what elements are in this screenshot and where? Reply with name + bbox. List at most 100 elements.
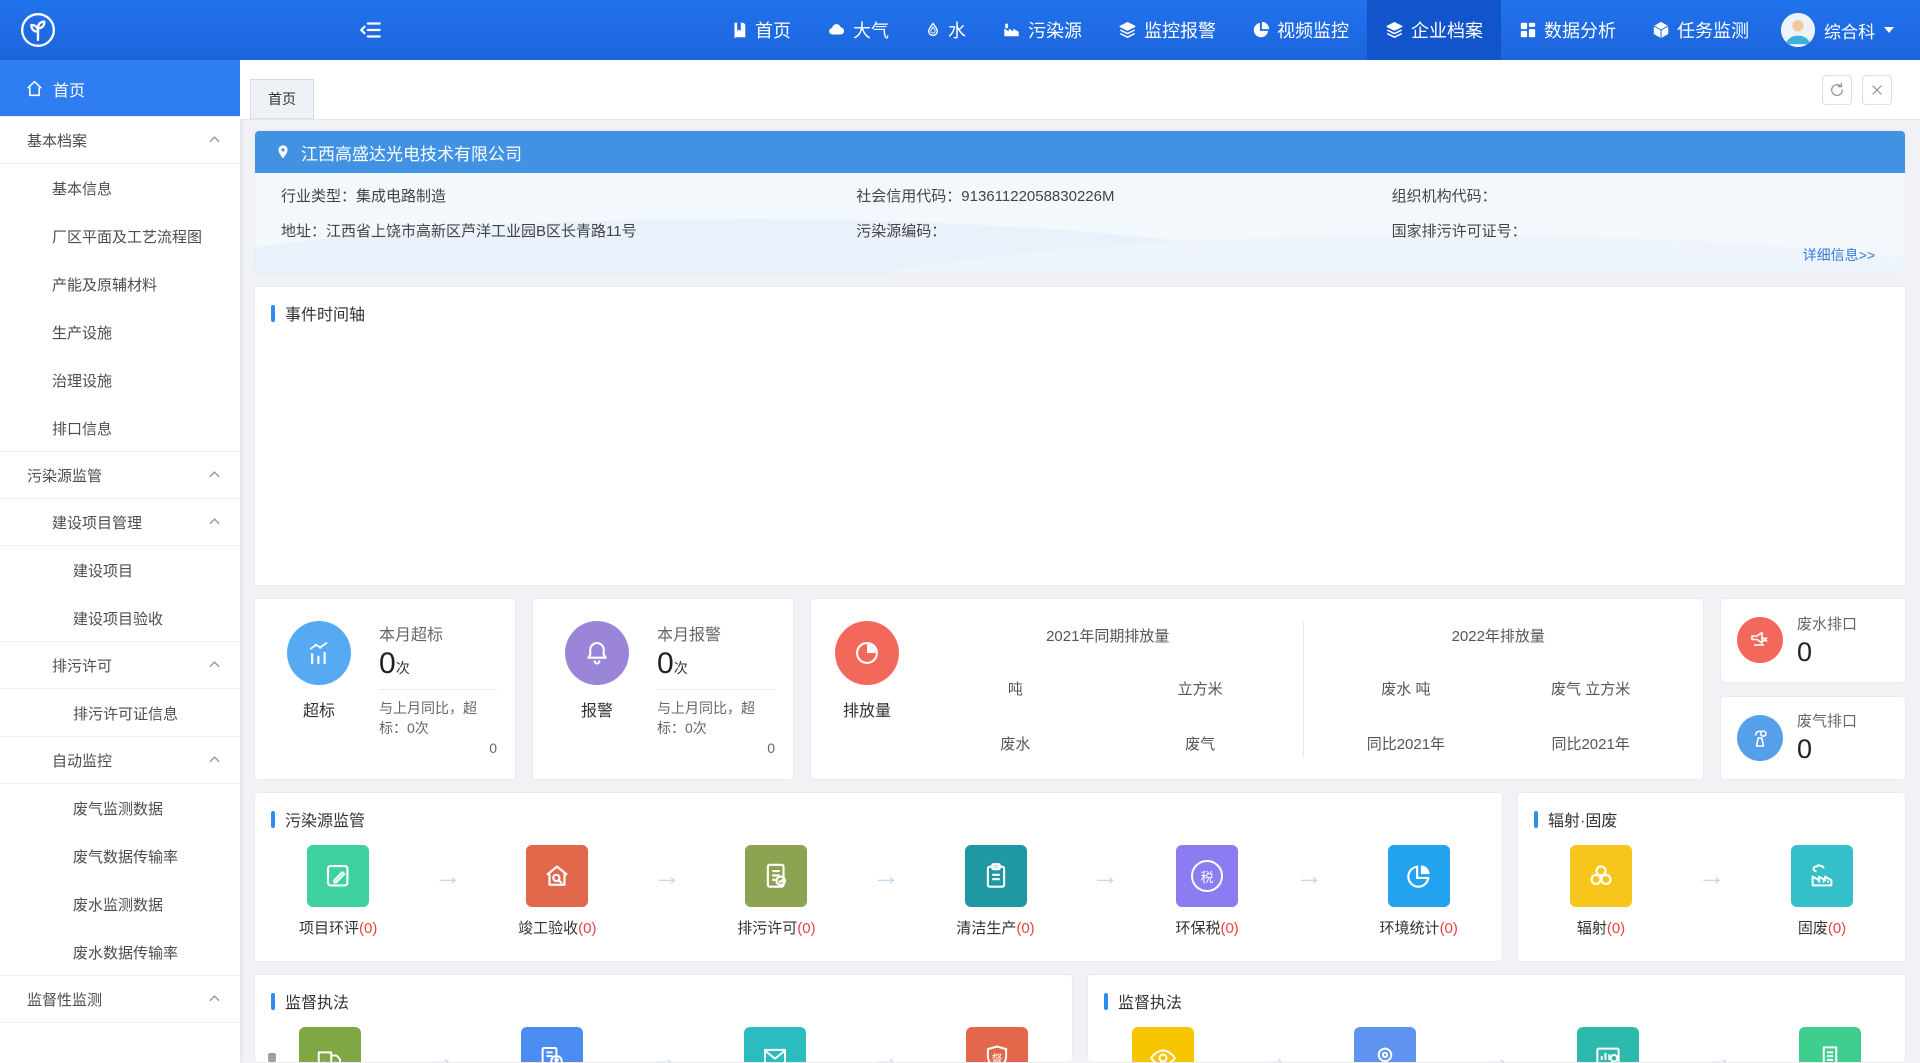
flow-item-inspection-eye[interactable]	[1132, 1027, 1194, 1063]
nav-item-data-analysis[interactable]: 数据分析	[1501, 0, 1634, 60]
gas-outlet-card: 废气排口 0	[1720, 696, 1906, 781]
sidebar-item-construction-acceptance[interactable]: 建设项目验收	[0, 594, 240, 642]
archive-layers-icon	[1385, 21, 1404, 39]
flow-item-environment-statistics[interactable]: 环境统计(0)	[1380, 845, 1458, 938]
field-address: 地址：江西省上饶市高新区芦洋工业园B区长青路11号	[281, 220, 856, 241]
radiation-waste-panel: 辐射·固废 辐射(0) → 固废	[1517, 792, 1906, 962]
layers-icon	[1118, 21, 1137, 39]
sidebar-item-construction-project-mgmt[interactable]: 建设项目管理	[0, 498, 240, 546]
arrow-right-icon: →	[1091, 845, 1119, 907]
water-drop-icon	[925, 21, 941, 39]
nav-item-video-monitor[interactable]: 视频监控	[1234, 0, 1367, 60]
flow-item-supervision-shield[interactable]: 督	[966, 1027, 1028, 1063]
sidebar-item-basic-archive[interactable]: 基本档案	[0, 116, 240, 164]
exceed-card: 超标 本月超标 0次 与上月同比，超标：0次 0	[254, 598, 516, 780]
wastewater-outlet-title: 废水排口	[1797, 613, 1857, 634]
alarm-compare: 与上月同比，超标：0次	[657, 698, 775, 738]
sidebar-item-capacity-materials[interactable]: 产能及原辅材料	[0, 260, 240, 308]
sidebar-item-water-monitoring-data[interactable]: 废水监测数据	[0, 880, 240, 928]
pie-icon	[1252, 21, 1270, 39]
sidebar-item-home[interactable]: 首页	[0, 60, 240, 117]
sidebar-item-auto-monitoring[interactable]: 自动监控	[0, 736, 240, 784]
flow-item-discharge-permit[interactable]: 排污许可(0)	[737, 845, 815, 938]
flow-item-solid-waste[interactable]: 固废(0)	[1791, 845, 1853, 938]
exceed-compare-value: 0	[379, 740, 497, 756]
pollution-supervision-panel: 污染源监管 项目环评(0) →	[254, 792, 1503, 962]
refresh-button[interactable]	[1822, 75, 1852, 105]
sidebar-item-water-transfer-rate[interactable]: 废水数据传输率	[0, 928, 240, 976]
waste-factory-icon	[1807, 861, 1837, 891]
enforcement-panel-right: 监督执法 → →	[1087, 974, 1906, 1063]
flow-item-clean-production[interactable]: 清洁生产(0)	[956, 845, 1034, 938]
flow-item-project-eia[interactable]: 项目环评(0)	[299, 845, 377, 938]
enforcement-right-title: 监督执法	[1118, 989, 1182, 1013]
nav-item-pollution-source[interactable]: 污染源	[984, 0, 1100, 60]
nav-item-enterprise-archive[interactable]: 企业档案	[1367, 0, 1501, 60]
timeline-title: 事件时间轴	[285, 301, 365, 325]
nav-item-alarm-monitor[interactable]: 监控报警	[1100, 0, 1234, 60]
flow-item-tax-document[interactable]	[521, 1027, 583, 1063]
alarm-card: 报警 本月报警 0次 与上月同比，超标：0次 0	[532, 598, 794, 780]
alarm-value: 0次	[657, 647, 775, 681]
grid-icon	[1519, 21, 1537, 39]
chevron-up-icon	[209, 470, 220, 478]
nav-item-water[interactable]: 水	[907, 0, 984, 60]
enforcement-panel-left: 监督执法 → →	[254, 974, 1073, 1063]
sidebar-item-construction-project[interactable]: 建设项目	[0, 546, 240, 594]
sidebar-item-outlet-info[interactable]: 排口信息	[0, 404, 240, 452]
sidebar-item-basic-info[interactable]: 基本信息	[0, 164, 240, 212]
flow-item-mobile-enforcement[interactable]	[299, 1027, 361, 1063]
sidebar-collapse-icon[interactable]	[358, 17, 384, 43]
wastewater-outlet-value: 0	[1797, 637, 1857, 668]
user-menu[interactable]: 综合科	[1767, 13, 1920, 47]
sidebar-item-gas-transfer-rate[interactable]: 废气数据传输率	[0, 832, 240, 880]
tax-doc-icon	[537, 1043, 567, 1063]
alarm-title: 本月报警	[657, 621, 775, 645]
emission-badge: 排放量	[821, 697, 913, 721]
sidebar-item-production-facility[interactable]: 生产设施	[0, 308, 240, 356]
chevron-up-icon	[209, 135, 220, 143]
webcam-icon	[1370, 1043, 1400, 1063]
chevron-up-icon	[209, 660, 220, 668]
sidebar-item-gas-monitoring-data[interactable]: 废气监测数据	[0, 784, 240, 832]
field-pollution-code: 污染源编码：	[856, 220, 1391, 241]
arrow-right-icon: →	[434, 845, 462, 907]
sidebar-item-supervisory-monitoring[interactable]: 监督性监测	[0, 975, 240, 1023]
flow-item-radiation[interactable]: 辐射(0)	[1570, 845, 1632, 938]
shield-icon: 督	[982, 1043, 1012, 1063]
chevron-down-icon	[1884, 27, 1894, 33]
scrollbar-thumb[interactable]	[268, 1053, 276, 1062]
arrow-right-icon: →	[1482, 1027, 1510, 1063]
alarm-compare-value: 0	[657, 740, 775, 756]
doc-check-icon	[761, 861, 791, 891]
sidebar-item-discharge-permit[interactable]: 排污许可	[0, 641, 240, 689]
flow-item-environment-tax[interactable]: 税 环保税(0)	[1175, 845, 1238, 938]
detail-info-link[interactable]: 详细信息>>	[1803, 247, 1875, 263]
arrow-right-icon: →	[872, 1027, 900, 1063]
sidebar-item-treatment-facility[interactable]: 治理设施	[0, 356, 240, 404]
gas-outlet-value: 0	[1797, 734, 1857, 765]
cube-icon	[1652, 21, 1670, 39]
sidebar-item-plant-layout[interactable]: 厂区平面及工艺流程图	[0, 212, 240, 260]
nav-item-task-monitor[interactable]: 任务监测	[1634, 0, 1767, 60]
flow-item-monitor-report[interactable]	[1577, 1027, 1639, 1063]
arrow-right-icon: →	[1295, 845, 1323, 907]
nav-item-air[interactable]: 大气	[809, 0, 907, 60]
emission-card: 排放量 2021年同期排放量 吨立方米 废水废气 2022年排放量 废水 吨废气…	[810, 598, 1704, 780]
nav-item-home[interactable]: 首页	[712, 0, 809, 60]
factory-icon	[1002, 21, 1021, 39]
close-button[interactable]	[1862, 75, 1892, 105]
tab-home[interactable]: 首页	[250, 79, 314, 119]
flow-item-completion-acceptance[interactable]: 竣工验收(0)	[518, 845, 596, 938]
sidebar-item-pollution-supervision[interactable]: 污染源监管	[0, 451, 240, 499]
company-card: 江西高盛达光电技术有限公司 行业类型：集成电路制造 社会信用代码：9136112…	[254, 130, 1906, 274]
flow-item-video-check[interactable]	[1354, 1027, 1416, 1063]
top-menu: 首页 大气 水 污染源 监控报警 视频监控	[712, 0, 1767, 60]
sidebar-item-permit-certificate-info[interactable]: 排污许可证信息	[0, 689, 240, 737]
flow-item-archive-building[interactable]	[1799, 1027, 1861, 1063]
bell-icon	[583, 639, 611, 667]
wastewater-outlet-card: 废水排口 0	[1720, 598, 1906, 683]
flow-item-mail-notice[interactable]	[744, 1027, 806, 1063]
flow-row: 污染源监管 项目环评(0) →	[254, 792, 1906, 962]
exceed-title: 本月超标	[379, 621, 497, 645]
